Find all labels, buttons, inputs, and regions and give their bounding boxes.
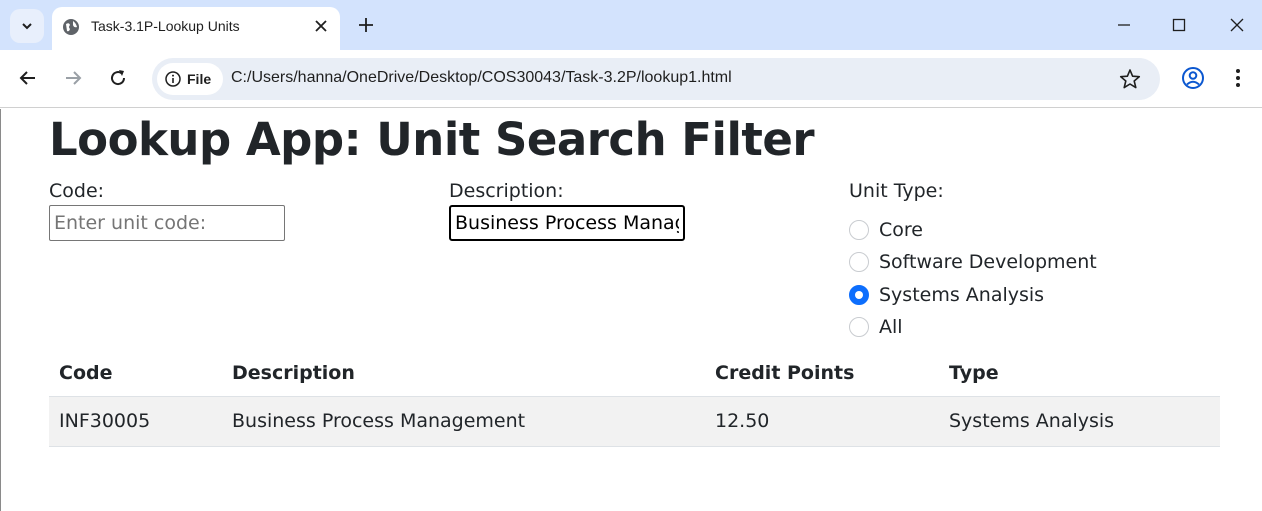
- close-window-icon: [1230, 18, 1244, 32]
- url-text[interactable]: C:/Users/hanna/OneDrive/Desktop/COS30043…: [231, 69, 732, 87]
- radio-option-software-development[interactable]: Software Development: [849, 249, 1097, 275]
- cell-credit-points: 12.50: [705, 396, 939, 447]
- radio-core[interactable]: [849, 220, 869, 240]
- site-info-chip[interactable]: File: [157, 63, 223, 95]
- browser-toolbar: File C:/Users/hanna/OneDrive/Desktop/COS…: [0, 50, 1262, 108]
- forward-button[interactable]: [61, 66, 85, 90]
- radio-software-development[interactable]: [849, 252, 869, 272]
- close-tab-button[interactable]: [312, 17, 330, 35]
- address-bar[interactable]: File C:/Users/hanna/OneDrive/Desktop/COS…: [152, 58, 1160, 100]
- radio-label: All: [879, 316, 903, 338]
- radio-option-all[interactable]: All: [849, 314, 903, 340]
- reload-icon: [111, 70, 126, 86]
- radio-label: Software Development: [879, 251, 1097, 273]
- tab-title: Task-3.1P-Lookup Units: [91, 18, 240, 34]
- maximize-icon: [1172, 18, 1186, 32]
- column-header-type: Type: [939, 350, 1220, 397]
- cell-code: INF30005: [49, 396, 222, 447]
- radio-label: Core: [879, 219, 923, 241]
- arrow-left-icon: [19, 71, 35, 85]
- browser-menu-button[interactable]: [1226, 66, 1250, 90]
- cell-description: Business Process Management: [222, 396, 705, 447]
- back-button[interactable]: [16, 66, 40, 90]
- close-icon: [315, 20, 327, 32]
- page-content: Lookup App: Unit Search Filter Code: Des…: [0, 109, 1262, 511]
- new-tab-button[interactable]: [355, 14, 377, 36]
- unit-type-label: Unit Type:: [849, 180, 944, 202]
- active-tab[interactable]: Task-3.1P-Lookup Units: [52, 7, 340, 50]
- minimize-button[interactable]: [1113, 14, 1135, 36]
- radio-option-core[interactable]: Core: [849, 217, 923, 243]
- page-title: Lookup App: Unit Search Filter: [49, 113, 815, 166]
- radio-all[interactable]: [849, 317, 869, 337]
- site-chip-label: File: [187, 71, 212, 87]
- tab-search-button[interactable]: [10, 9, 44, 43]
- profile-icon[interactable]: [1181, 66, 1205, 90]
- table-header-row: Code Description Credit Points Type: [49, 350, 1220, 397]
- tab-strip: Task-3.1P-Lookup Units: [0, 0, 1262, 50]
- code-label: Code:: [49, 180, 105, 202]
- arrow-right-icon: [66, 71, 82, 85]
- info-icon: [165, 71, 181, 87]
- maximize-button[interactable]: [1168, 14, 1190, 36]
- code-input[interactable]: [49, 205, 285, 241]
- description-label: Description:: [449, 180, 564, 202]
- cell-type: Systems Analysis: [939, 396, 1220, 447]
- chevron-down-icon: [22, 23, 32, 30]
- radio-systems-analysis[interactable]: [849, 285, 869, 305]
- kebab-menu-icon: [1236, 69, 1240, 87]
- units-table: Code Description Credit Points Type INF3…: [49, 350, 1220, 447]
- radio-label: Systems Analysis: [879, 284, 1045, 306]
- column-header-credit-points: Credit Points: [705, 350, 939, 397]
- reload-button[interactable]: [106, 66, 130, 90]
- globe-icon: [63, 19, 79, 35]
- table-row: INF30005 Business Process Management 12.…: [49, 396, 1220, 447]
- minimize-icon: [1118, 24, 1130, 26]
- star-icon[interactable]: [1119, 68, 1141, 90]
- description-input[interactable]: [449, 205, 685, 241]
- plus-icon: [359, 18, 373, 32]
- close-window-button[interactable]: [1226, 14, 1248, 36]
- column-header-description: Description: [222, 350, 705, 397]
- radio-option-systems-analysis[interactable]: Systems Analysis: [849, 282, 1044, 308]
- column-header-code: Code: [49, 350, 222, 397]
